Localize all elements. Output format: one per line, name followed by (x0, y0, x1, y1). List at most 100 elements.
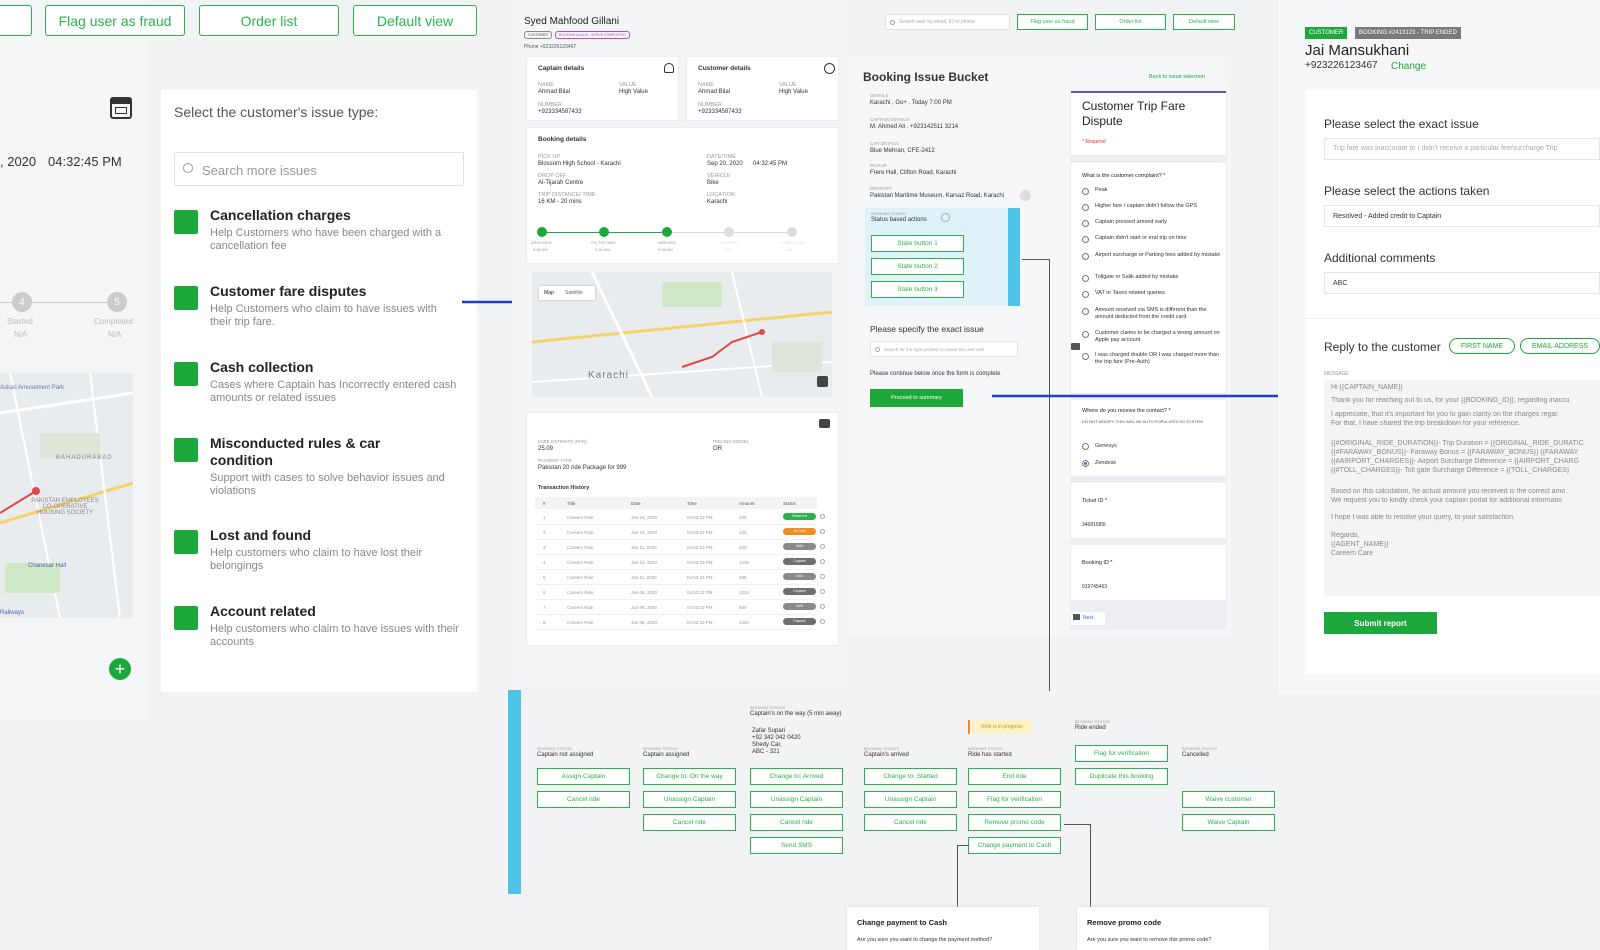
status-action-button[interactable]: Change to: Started (864, 768, 957, 785)
mid-map[interactable]: Map Satellite Karachi (532, 272, 832, 397)
status-action-button[interactable]: Cancel ride (864, 814, 957, 831)
info-icon[interactable] (820, 619, 825, 624)
info-icon[interactable] (820, 514, 825, 519)
status-action-button[interactable]: Unassign Captain (864, 791, 957, 808)
status-action-button[interactable]: Flag for verification (1075, 745, 1168, 762)
partial-button[interactable] (0, 5, 32, 36)
complaint-radio[interactable] (1082, 253, 1089, 260)
proceed-button[interactable]: Proceed to summary (870, 389, 963, 407)
comment-icon[interactable] (1071, 343, 1080, 350)
exact-issue-select[interactable]: Trip fare was inaccurate or I didn't rec… (1324, 138, 1600, 160)
status-action-button[interactable]: Unassign Captain (750, 791, 843, 808)
status-action-button[interactable]: Cancel ride (750, 814, 843, 831)
info-icon[interactable] (820, 559, 825, 564)
comments-input[interactable]: ABC (1324, 272, 1600, 294)
complaint-radio[interactable] (1082, 220, 1089, 227)
submit-report-button[interactable]: Submit report (1324, 612, 1437, 634)
complaint-radio[interactable] (1082, 204, 1089, 211)
complaint-radio[interactable] (1082, 291, 1089, 298)
mid-flag-button[interactable]: Flag user as fraud (1017, 14, 1088, 30)
status-action-button[interactable]: Waive customer (1182, 791, 1275, 808)
map-tab-map[interactable]: Map (544, 290, 554, 296)
mid-search-input[interactable]: Search user by email, ID or phone (885, 14, 1010, 30)
step-4: 4 (12, 292, 32, 312)
map-type-toggle[interactable]: Map Satellite (539, 286, 595, 300)
issue-title-lost[interactable]: Lost and found (210, 527, 311, 543)
add-button[interactable]: + (109, 658, 131, 680)
state-button-2[interactable]: State button 2 (871, 258, 964, 275)
status-action-button[interactable]: Change to: Arrived (750, 768, 843, 785)
status-action-button[interactable]: Change payment to Cash (968, 837, 1061, 854)
contact-radio-zendesk[interactable] (1082, 460, 1089, 467)
mid-search-placeholder: Search user by email, ID or phone (899, 19, 975, 25)
status-action-button[interactable]: Cancel ride (643, 814, 736, 831)
status-action-button[interactable]: Waive Captain (1182, 814, 1275, 831)
status-action-button[interactable]: Unassign Captain (643, 791, 736, 808)
issue-title-fare[interactable]: Customer fare disputes (210, 283, 366, 299)
mid-orders-button[interactable]: Order list (1095, 14, 1166, 30)
issue-desc-misconduct: Support with cases to solve behavior iss… (210, 472, 445, 497)
complaint-radio[interactable] (1082, 275, 1089, 282)
status-action-button[interactable]: Change to: On the way (643, 768, 736, 785)
pickup-value: Blossom High School - Karachi (538, 161, 621, 167)
state-button-3[interactable]: State button 3 (871, 281, 964, 298)
mid-default-button[interactable]: Default view (1173, 14, 1235, 30)
ticket-value[interactable]: 34681685t (1082, 522, 1106, 528)
step-started-label: Started (720, 240, 739, 245)
status-action-button[interactable]: Send SMS (750, 837, 843, 854)
info-icon[interactable] (820, 544, 825, 549)
next-button[interactable]: Next (1071, 612, 1105, 625)
vehicle-lbl: Vehicle (707, 173, 731, 179)
table-cell: 595 (739, 575, 747, 580)
table-cell: Careem Ride (567, 530, 594, 535)
col-date: Date (631, 501, 641, 506)
change-link[interactable]: Change (1391, 61, 1426, 72)
booking-id-value[interactable]: 919745463 (1082, 584, 1107, 590)
info-icon[interactable] (820, 529, 825, 534)
issue-icon-cash[interactable] (174, 362, 198, 386)
status-action-button[interactable]: End ride (968, 768, 1061, 785)
contact-radio-genesys[interactable] (1082, 443, 1089, 450)
issue-title-cancellation[interactable]: Cancellation charges (210, 207, 351, 223)
status-action-button[interactable]: Duplicate this booking (1075, 768, 1168, 785)
issue-title-misconduct[interactable]: Misconducted rules & car condition (210, 435, 400, 469)
status-action-button[interactable]: Flag for verification (968, 791, 1061, 808)
info-icon[interactable] (820, 574, 825, 579)
info-icon[interactable] (820, 589, 825, 594)
issue-icon-account[interactable] (174, 606, 198, 630)
map-fullscreen-icon[interactable] (817, 376, 828, 387)
issue-icon-misconduct[interactable] (174, 438, 198, 462)
customer-detail-name: Ahmad Bilal (698, 89, 731, 95)
order-list-button[interactable]: Order list (199, 5, 339, 36)
status-action-button[interactable]: Remove promo code (968, 814, 1061, 831)
status-action-button[interactable]: Assign Captain (537, 768, 630, 785)
default-view-button[interactable]: Default view (353, 5, 477, 36)
table-cell: 400 (739, 545, 747, 550)
chip-email[interactable]: EMAIL ADDRESS (1520, 338, 1600, 354)
state-button-1[interactable]: State button 1 (871, 235, 964, 252)
status-action-button[interactable]: Cancel ride (537, 791, 630, 808)
issue-icon-lost[interactable] (174, 530, 198, 554)
navigation-icon[interactable] (1020, 190, 1031, 201)
left-map[interactable]: Askari Amusement Park BAHADURABAD PAKIST… (0, 373, 133, 618)
issue-title-cash[interactable]: Cash collection (210, 359, 313, 375)
map-tab-satellite[interactable]: Satellite (565, 290, 583, 296)
complaint-radio[interactable] (1082, 188, 1089, 195)
complaint-radio[interactable] (1082, 331, 1089, 338)
back-link[interactable]: Back to issue selection (1149, 74, 1205, 80)
issue-icon-fare[interactable] (174, 286, 198, 310)
flag-fraud-button[interactable]: Flag user as fraud (45, 5, 185, 36)
info-icon[interactable] (820, 604, 825, 609)
right-booking-tag: BOOKING #2413123 - TRIP ENDED (1355, 27, 1461, 39)
chip-first-name[interactable]: FIRST NAME (1449, 338, 1515, 354)
form-title: Customer Trip Fare Dispute (1082, 99, 1186, 128)
actions-select[interactable]: Resolved - Added credit to Captain (1324, 205, 1600, 227)
complaint-radio[interactable] (1082, 308, 1089, 315)
issue-icon-cancellation[interactable] (174, 210, 198, 234)
issue-search-input[interactable]: Search more issues (174, 152, 464, 186)
complaint-radio[interactable] (1082, 236, 1089, 243)
issue-title-account[interactable]: Account related (210, 603, 316, 619)
calendar-icon[interactable] (110, 97, 132, 119)
complaint-radio[interactable] (1082, 353, 1089, 360)
exact-issue-input[interactable]: Search for the right problem to assist t… (870, 341, 1018, 357)
